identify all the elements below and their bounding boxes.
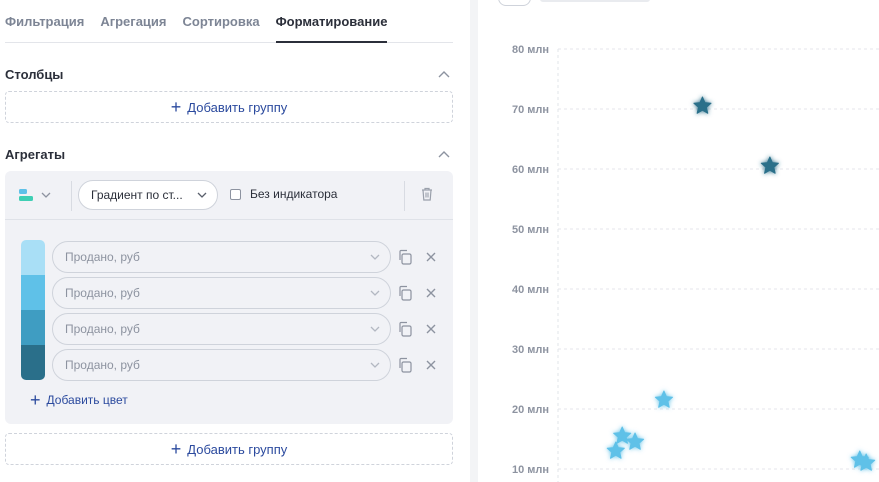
y-tick-label: 80 млн	[512, 44, 549, 56]
metric-select-placeholder: Продано, руб	[65, 322, 140, 336]
scatter-chart: 10 млн 20 млн 30 млн 40 млн 50 млн 60 млн 70 м…	[512, 44, 879, 482]
chevron-up-icon[interactable]	[435, 145, 453, 163]
copy-icon[interactable]	[397, 357, 413, 373]
metric-select-placeholder: Продано, руб	[65, 286, 140, 300]
chart-preview-panel: 10 млн 20 млн 30 млн 40 млн 50 млн 60 млн 70 м…	[470, 0, 879, 482]
app-root: Фильтрация Агрегация Сортировка Форматир…	[0, 0, 879, 482]
star-point[interactable]	[654, 390, 673, 408]
aggregate-toolbar: Градиент по ст... Без индикатора	[5, 171, 453, 220]
no-indicator-option: Без индикатора	[230, 187, 337, 201]
chevron-up-icon[interactable]	[435, 65, 453, 83]
color-swatch[interactable]	[21, 240, 45, 275]
chevron-down-icon	[370, 362, 380, 368]
color-swatch[interactable]	[21, 275, 45, 310]
aggregates-title: Агрегаты	[5, 146, 66, 162]
metric-select-placeholder: Продано, руб	[65, 358, 140, 372]
metric-row: Продано, руб	[52, 349, 444, 381]
metric-select[interactable]: Продано, руб	[52, 313, 391, 345]
copy-icon[interactable]	[397, 321, 413, 337]
columns-section-header: Столбцы	[5, 64, 453, 84]
gradient-select-value: Градиент по ст...	[91, 188, 183, 202]
close-icon[interactable]	[424, 286, 438, 300]
close-icon[interactable]	[424, 322, 438, 336]
metric-select[interactable]: Продано, руб	[52, 241, 391, 273]
metric-select[interactable]: Продано, руб	[52, 349, 391, 381]
toolbar-divider	[404, 181, 405, 211]
aggregate-group-card: Градиент по ст... Без индикатора Продано…	[5, 171, 453, 424]
plus-icon: +	[30, 390, 41, 410]
plus-icon: +	[170, 97, 182, 117]
copy-icon[interactable]	[397, 249, 413, 265]
gradient-color-swatches	[21, 240, 45, 380]
chevron-down-icon	[370, 326, 380, 332]
y-tick-label: 70 млн	[512, 104, 549, 116]
tab-sorting[interactable]: Сортировка	[183, 0, 260, 43]
close-icon[interactable]	[424, 250, 438, 264]
metric-select[interactable]: Продано, руб	[52, 277, 391, 309]
settings-panel: Фильтрация Агрегация Сортировка Форматир…	[0, 0, 462, 482]
columns-title: Столбцы	[5, 66, 64, 82]
add-group-label: Добавить группу	[187, 99, 288, 115]
toolbar-divider	[71, 181, 72, 211]
star-point[interactable]	[760, 156, 779, 174]
y-tick-label: 50 млн	[512, 224, 549, 236]
y-tick-label: 30 млн	[512, 344, 549, 356]
plus-icon: +	[170, 439, 182, 459]
bar-type-icon	[19, 189, 33, 201]
chevron-down-icon	[370, 254, 380, 260]
aggregates-section-header: Агрегаты	[5, 144, 453, 164]
no-indicator-label: Без индикатора	[250, 187, 338, 201]
add-color-button[interactable]: + Добавить цвет	[30, 390, 128, 410]
metric-select-placeholder: Продано, руб	[65, 250, 140, 264]
tab-filtering[interactable]: Фильтрация	[5, 0, 84, 43]
tab-aggregation[interactable]: Агрегация	[100, 0, 166, 43]
close-icon[interactable]	[424, 358, 438, 372]
aggregates-add-group-button[interactable]: + Добавить группу	[5, 433, 453, 465]
metric-row: Продано, руб	[52, 277, 444, 309]
metric-row: Продано, руб	[52, 313, 444, 345]
y-tick-label: 10 млн	[512, 464, 549, 476]
columns-add-group-button[interactable]: + Добавить группу	[5, 91, 453, 123]
star-point[interactable]	[625, 432, 645, 450]
settings-tabs: Фильтрация Агрегация Сортировка Форматир…	[5, 0, 453, 43]
color-swatch[interactable]	[21, 310, 45, 345]
chevron-down-icon	[370, 290, 380, 296]
chevron-down-icon	[197, 192, 207, 198]
gradient-select[interactable]: Градиент по ст...	[78, 180, 218, 210]
indicator-type-dropdown[interactable]	[19, 184, 63, 206]
add-color-label: Добавить цвет	[46, 393, 128, 407]
add-group-label: Добавить группу	[187, 441, 288, 457]
color-swatch[interactable]	[21, 345, 45, 380]
copy-icon[interactable]	[397, 285, 413, 301]
no-indicator-checkbox[interactable]	[230, 188, 241, 200]
y-tick-label: 20 млн	[512, 404, 549, 416]
y-tick-label: 40 млн	[512, 284, 549, 296]
y-tick-label: 60 млн	[512, 164, 549, 176]
trash-icon[interactable]	[419, 186, 437, 204]
metric-row: Продано, руб	[52, 241, 444, 273]
star-point[interactable]	[606, 441, 625, 459]
star-point[interactable]	[693, 96, 712, 114]
chevron-down-icon	[41, 192, 51, 198]
tab-formatting[interactable]: Форматирование	[275, 0, 388, 43]
